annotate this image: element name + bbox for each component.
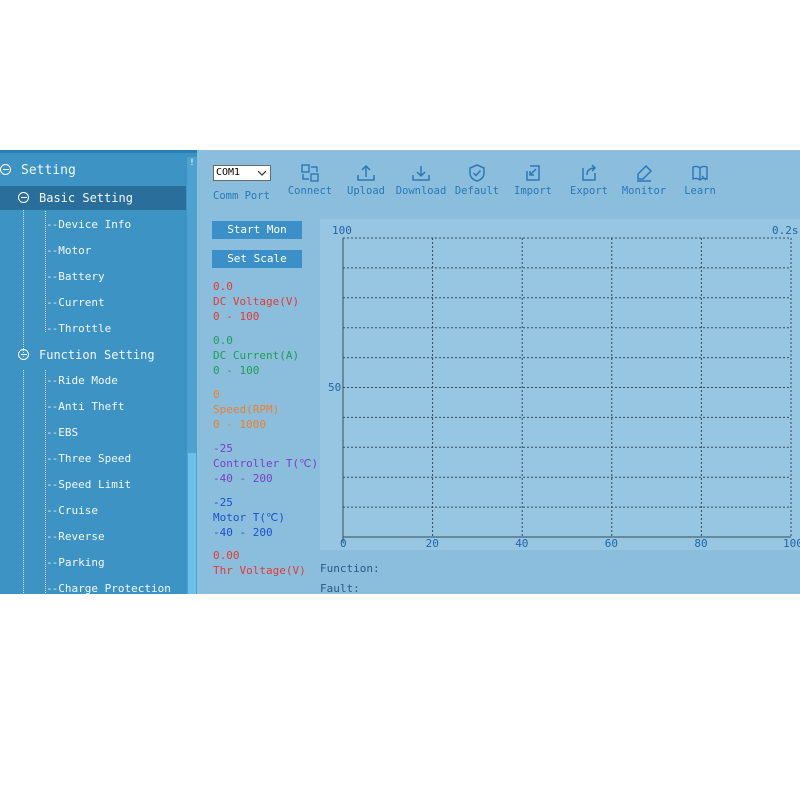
function-status-label: Function: xyxy=(320,562,380,575)
export-button[interactable]: Export xyxy=(559,163,619,197)
time-scale-label: 0.2s xyxy=(772,224,799,237)
monitor-chart-grid xyxy=(342,237,792,542)
tool-label: Upload xyxy=(347,185,385,197)
y-axis-mid-label: 50 xyxy=(328,381,342,394)
monitor-button[interactable]: Monitor xyxy=(614,163,674,197)
y-axis-max-label: 100 xyxy=(332,224,352,237)
book-icon xyxy=(692,165,708,181)
x-tick-label: 0 xyxy=(340,537,347,550)
default-button[interactable]: Default xyxy=(447,163,507,197)
reading-name: Thr Voltage(V) xyxy=(213,564,306,577)
tool-label: Default xyxy=(454,185,500,197)
x-tick-label: 20 xyxy=(425,537,439,550)
connect-button[interactable]: Connect xyxy=(280,163,340,197)
download-icon xyxy=(412,166,430,181)
sidebar-item-label: Charge Protection xyxy=(58,582,171,594)
import-icon xyxy=(526,165,540,181)
upload-icon xyxy=(357,164,375,181)
tool-label: Learn xyxy=(684,185,716,197)
tree-connector: -- xyxy=(46,582,58,594)
tool-label: Import xyxy=(514,185,552,197)
x-tick-label: 40 xyxy=(515,537,529,550)
connect-icon xyxy=(301,164,319,182)
monitor-icon xyxy=(637,164,653,182)
export-icon xyxy=(582,164,597,181)
shield-check-icon xyxy=(469,164,485,182)
tool-label: Monitor xyxy=(621,185,667,197)
tool-label: Download xyxy=(395,185,447,197)
x-tick-label: 60 xyxy=(604,537,619,550)
import-button[interactable]: Import xyxy=(503,163,563,197)
tool-label: Export xyxy=(570,185,608,197)
tool-label: Connect xyxy=(287,185,333,197)
download-button[interactable]: Download xyxy=(391,163,451,197)
learn-button[interactable]: Learn xyxy=(670,163,730,197)
sidebar-item-charge-protection[interactable]: --Charge Protection xyxy=(46,577,186,594)
x-tick-label: 100 xyxy=(783,537,800,550)
x-tick-label: 80 xyxy=(694,537,708,550)
fault-status-label: Fault: xyxy=(320,582,360,595)
upload-button[interactable]: Upload xyxy=(336,163,396,197)
